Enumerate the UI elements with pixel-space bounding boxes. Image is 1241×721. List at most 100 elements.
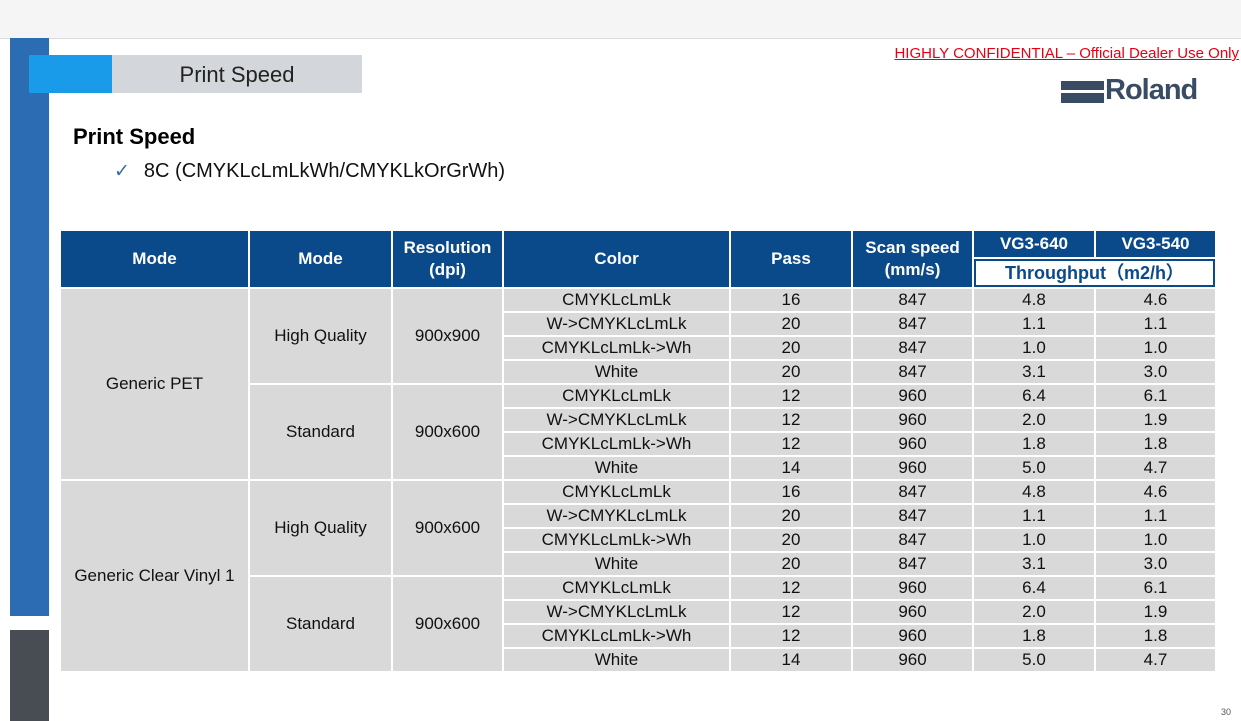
scan-speed-cell: 960: [851, 455, 974, 481]
print-speed-table: Mode Mode Resolution (dpi) Color Pass Sca…: [59, 229, 1217, 673]
title-tab: Print Speed: [112, 55, 362, 93]
roland-logo-text: Roland: [1105, 74, 1198, 106]
pass-cell: 14: [729, 455, 853, 481]
scan-speed-cell: 960: [851, 647, 974, 673]
table-row: Generic Clear Vinyl 1 High Quality 900x600…: [59, 479, 1217, 673]
color-cell: White: [502, 359, 731, 385]
color-cell: White: [502, 551, 731, 577]
vg3-640-cell: 3.1: [972, 359, 1096, 385]
header-color: Color: [502, 229, 731, 289]
color-cell: CMYKLcLmLk->Wh: [502, 623, 731, 649]
vg3-540-cell: 4.6: [1094, 479, 1217, 505]
color-cell: CMYKLcLmLk->Wh: [502, 527, 731, 553]
bullet-text: 8C (CMYKLcLmLkWh/CMYKLkOrGrWh): [143, 160, 506, 182]
left-dark-bar: [10, 630, 49, 721]
color-cell: W->CMYKLcLmLk: [502, 599, 731, 625]
vg3-640-cell: 2.0: [972, 407, 1096, 433]
section-heading: Print Speed: [73, 124, 196, 149]
pass-cell: 12: [729, 407, 853, 433]
pass-cell: 12: [729, 599, 853, 625]
table-body: Generic PET High Quality 900x900 CMYKLcLmLk…: [59, 287, 1217, 673]
vg3-640-cell: 6.4: [972, 383, 1096, 409]
pass-cell: 12: [729, 623, 853, 649]
vg3-640-cell: 1.0: [972, 335, 1096, 361]
color-cell: W->CMYKLcLmLk: [502, 311, 731, 337]
table-row: Generic PET High Quality 900x900 CMYKLcLmLk…: [59, 287, 1217, 481]
scan-speed-cell: 960: [851, 575, 974, 601]
quality-mode-cell: High Quality: [248, 287, 393, 385]
scan-speed-cell: 960: [851, 599, 974, 625]
header-scan-speed-unit: (mm/s): [884, 260, 941, 279]
color-cell: CMYKLcLmLk->Wh: [502, 335, 731, 361]
vg3-540-cell: 1.8: [1094, 431, 1217, 457]
confidential-notice: HIGHLY CONFIDENTIAL – Official Dealer Us…: [894, 45, 1239, 62]
header-mode-media: Mode: [59, 229, 250, 289]
header-vg3-540: VG3-540: [1094, 229, 1217, 259]
pass-cell: 12: [729, 431, 853, 457]
scan-speed-cell: 847: [851, 551, 974, 577]
vg3-540-cell: 1.9: [1094, 407, 1217, 433]
color-cell: CMYKLcLmLk: [502, 287, 731, 313]
header-resolution-label: Resolution: [403, 238, 492, 257]
title-tab-accent: [29, 55, 112, 93]
scan-speed-cell: 847: [851, 527, 974, 553]
vg3-640-cell: 1.0: [972, 527, 1096, 553]
pass-cell: 20: [729, 503, 853, 529]
vg3-540-cell: 3.0: [1094, 551, 1217, 577]
vg3-540-cell: 1.1: [1094, 503, 1217, 529]
vg3-540-cell: 6.1: [1094, 575, 1217, 601]
pass-cell: 16: [729, 287, 853, 313]
header-pass: Pass: [729, 229, 853, 289]
vg3-540-cell: 1.9: [1094, 599, 1217, 625]
resolution-cell: 900x600: [391, 479, 504, 577]
vg3-540-cell: 1.1: [1094, 311, 1217, 337]
pass-cell: 20: [729, 311, 853, 337]
quality-mode-cell: Standard: [248, 575, 393, 673]
scan-speed-cell: 847: [851, 359, 974, 385]
header-resolution-unit: (dpi): [429, 260, 466, 279]
checkmark-icon: ✓: [114, 161, 130, 182]
left-accent-bar: [10, 38, 49, 616]
scan-speed-cell: 960: [851, 383, 974, 409]
vg3-640-cell: 1.8: [972, 623, 1096, 649]
vg3-540-cell: 6.1: [1094, 383, 1217, 409]
vg3-640-cell: 4.8: [972, 479, 1096, 505]
header-vg3-640: VG3-640: [972, 229, 1096, 259]
vg3-640-cell: 4.8: [972, 287, 1096, 313]
vg3-540-cell: 4.7: [1094, 455, 1217, 481]
header-resolution: Resolution (dpi): [391, 229, 504, 289]
vg3-540-cell: 4.7: [1094, 647, 1217, 673]
scan-speed-cell: 847: [851, 479, 974, 505]
roland-logo-mark-icon: [1061, 81, 1104, 103]
pass-cell: 20: [729, 551, 853, 577]
color-cell: W->CMYKLcLmLk: [502, 503, 731, 529]
color-cell: White: [502, 455, 731, 481]
page-number: 30: [1220, 707, 1231, 717]
pass-cell: 14: [729, 647, 853, 673]
quality-mode-cell: High Quality: [248, 479, 393, 577]
resolution-cell: 900x600: [391, 383, 504, 481]
vg3-540-cell: 1.0: [1094, 527, 1217, 553]
vg3-540-cell: 1.0: [1094, 335, 1217, 361]
color-cell: CMYKLcLmLk: [502, 383, 731, 409]
header-scan-speed-label: Scan speed: [865, 238, 960, 257]
color-cell: CMYKLcLmLk: [502, 575, 731, 601]
scan-speed-cell: 960: [851, 623, 974, 649]
pass-cell: 20: [729, 359, 853, 385]
resolution-cell: 900x600: [391, 575, 504, 673]
media-cell: Generic PET: [59, 287, 250, 481]
pass-cell: 20: [729, 335, 853, 361]
pass-cell: 20: [729, 527, 853, 553]
vg3-640-cell: 3.1: [972, 551, 1096, 577]
top-bar: [0, 0, 1241, 39]
vg3-640-cell: 1.8: [972, 431, 1096, 457]
scan-speed-cell: 960: [851, 407, 974, 433]
color-cell: CMYKLcLmLk: [502, 479, 731, 505]
vg3-540-cell: 3.0: [1094, 359, 1217, 385]
header-throughput: Throughput（m2/h）: [972, 257, 1217, 289]
media-cell: Generic Clear Vinyl 1: [59, 479, 250, 673]
scan-speed-cell: 847: [851, 311, 974, 337]
scan-speed-cell: 847: [851, 287, 974, 313]
vg3-640-cell: 1.1: [972, 503, 1096, 529]
header-throughput-label: Throughput（m2/h）: [974, 259, 1215, 287]
